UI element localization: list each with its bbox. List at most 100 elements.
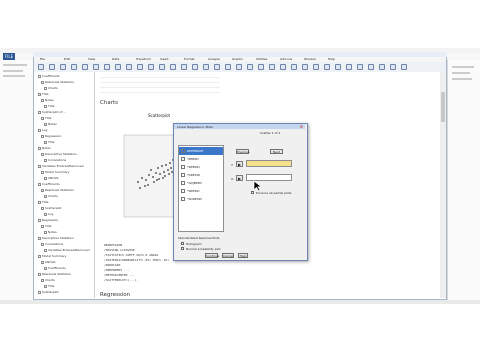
toolbar-button[interactable]	[104, 64, 110, 70]
outline-item[interactable]: Model Summary	[41, 170, 69, 174]
outline-item[interactable]: Descriptive Statistics	[38, 236, 74, 240]
toolbar-button[interactable]	[379, 64, 385, 70]
toolbar-button[interactable]	[38, 64, 44, 70]
continue-button[interactable]: Continue	[205, 253, 220, 258]
cancel-button[interactable]: Cancel	[222, 253, 234, 258]
dialog-titlebar[interactable]: Linear Regression: Plots ✕	[174, 124, 305, 129]
toolbar-button[interactable]	[401, 64, 407, 70]
outline-item[interactable]: Regression	[38, 218, 58, 222]
move-to-y-button[interactable]: ▶	[236, 161, 243, 167]
toolbar-button[interactable]	[225, 64, 231, 70]
help-button[interactable]: Help	[238, 253, 248, 258]
next-button[interactable]: Next	[270, 149, 283, 154]
outline-item[interactable]: Title	[41, 116, 51, 120]
toolbar-button[interactable]	[236, 64, 242, 70]
toolbar-button[interactable]	[126, 64, 132, 70]
toolbar-button[interactable]	[60, 64, 66, 70]
outline-item[interactable]: Notes	[44, 122, 57, 126]
toolbar-button[interactable]	[93, 64, 99, 70]
move-to-x-button[interactable]: ▶	[236, 175, 243, 181]
toolbar-button[interactable]	[49, 64, 55, 70]
outline-item[interactable]: Scatterplot	[38, 290, 59, 294]
toolbar-button[interactable]	[170, 64, 176, 70]
variable-list-item[interactable]: *SDRESID	[179, 195, 223, 203]
outline-item[interactable]: Scatterplot	[41, 206, 62, 210]
outline-item[interactable]: Variables Entered/Removed	[44, 248, 90, 252]
variable-list-item[interactable]: *DRESID	[179, 171, 223, 179]
toolbar-button[interactable]	[82, 64, 88, 70]
toolbar-button[interactable]	[192, 64, 198, 70]
toolbar-button[interactable]	[335, 64, 341, 70]
toolbar-button[interactable]	[368, 64, 374, 70]
outline-item[interactable]: Residuals Statistics	[41, 80, 74, 84]
toolbar-button[interactable]	[159, 64, 165, 70]
outline-item[interactable]: Notes	[41, 98, 54, 102]
outline-item[interactable]: Regression	[41, 134, 61, 138]
outline-item[interactable]: Log	[44, 212, 53, 216]
outline-item[interactable]: Charts	[41, 278, 55, 282]
outline-item[interactable]: Charts	[44, 194, 58, 198]
variable-list-item[interactable]: DEPENDNT	[179, 147, 223, 155]
outline-pane[interactable]: Coefficients Residuals Statistics Charts Ti…	[34, 72, 95, 298]
outline-item[interactable]: Title	[44, 140, 54, 144]
toolbar-button[interactable]	[71, 64, 77, 70]
scrollbar-thumb[interactable]	[441, 92, 445, 122]
outline-item[interactable]: ANOVA	[44, 176, 59, 180]
toolbar-button[interactable]	[346, 64, 352, 70]
toolbar-button[interactable]	[291, 64, 297, 70]
outline-item[interactable]: Notes	[38, 146, 51, 150]
vertical-scrollbar[interactable]	[440, 72, 446, 298]
close-icon[interactable]: ✕	[300, 124, 303, 129]
histogram-checkbox[interactable]	[181, 242, 184, 245]
outline-item[interactable]: Residuals Statistics	[41, 188, 74, 192]
variable-list[interactable]: DEPENDNT *ZPRED *ZRESID *DRESID *ADJPRED *SRE…	[178, 145, 224, 232]
toolbar-button[interactable]	[115, 64, 121, 70]
outline-item[interactable]: Correlations	[44, 158, 66, 162]
toolbar-button[interactable]	[247, 64, 253, 70]
outline-item[interactable]: Coefficients	[38, 182, 60, 186]
toolbar-button[interactable]	[313, 64, 319, 70]
normal-plot-checkbox[interactable]	[181, 247, 184, 250]
variable-list-item[interactable]: *ZRESID	[179, 163, 223, 171]
toolbar-button[interactable]	[280, 64, 286, 70]
outline-item[interactable]: Residuals Statistics	[38, 272, 71, 276]
toolbar-button[interactable]	[181, 64, 187, 70]
outline-item[interactable]: Title	[44, 104, 54, 108]
toolbar-button[interactable]	[269, 64, 275, 70]
outline-item[interactable]: Coefficients	[44, 266, 66, 270]
outline-item[interactable]: Title	[44, 284, 54, 288]
outline-item[interactable]: Notes	[44, 230, 57, 234]
syntax-line: /MISSING LISTWISE	[104, 248, 135, 252]
outline-item[interactable]: Variables Entered/Removed	[38, 164, 84, 168]
y-field[interactable]	[246, 160, 292, 167]
toolbar-button[interactable]	[357, 64, 363, 70]
file-tab[interactable]: FILE	[3, 53, 15, 60]
toolbar-button[interactable]	[302, 64, 308, 70]
toolbar-button[interactable]	[214, 64, 220, 70]
outline-item-icon	[41, 224, 44, 228]
toolbar-button[interactable]	[324, 64, 330, 70]
outline-item[interactable]: Title	[38, 92, 48, 96]
outline-item[interactable]: Correlations	[41, 242, 63, 246]
previous-button[interactable]: Previous	[236, 149, 250, 154]
toolbar-button[interactable]	[390, 64, 396, 70]
outline-item[interactable]: Model Summary	[38, 254, 66, 258]
scatter-point	[158, 178, 160, 180]
toolbar-button[interactable]	[148, 64, 154, 70]
outline-item[interactable]: Charts	[44, 86, 58, 90]
outline-item[interactable]: ANOVA	[41, 260, 56, 264]
variable-list-item[interactable]: *SRESID	[179, 187, 223, 195]
outline-item[interactable]: Log	[38, 128, 47, 132]
word-side-pane	[447, 60, 480, 300]
outline-item[interactable]: Title	[38, 200, 48, 204]
variable-list-item[interactable]: *ADJPRED	[179, 179, 223, 187]
outline-item[interactable]: Descriptive Statistics	[41, 152, 77, 156]
toolbar-button[interactable]	[137, 64, 143, 70]
toolbar-button[interactable]	[203, 64, 209, 70]
variable-list-item[interactable]: *ZPRED	[179, 155, 223, 163]
outline-item[interactable]: Title	[41, 224, 51, 228]
outline-item[interactable]: Scatterplot of ...	[38, 110, 66, 114]
outline-item-icon	[44, 140, 47, 144]
outline-item[interactable]: Coefficients	[38, 74, 60, 78]
toolbar-button[interactable]	[258, 64, 264, 70]
